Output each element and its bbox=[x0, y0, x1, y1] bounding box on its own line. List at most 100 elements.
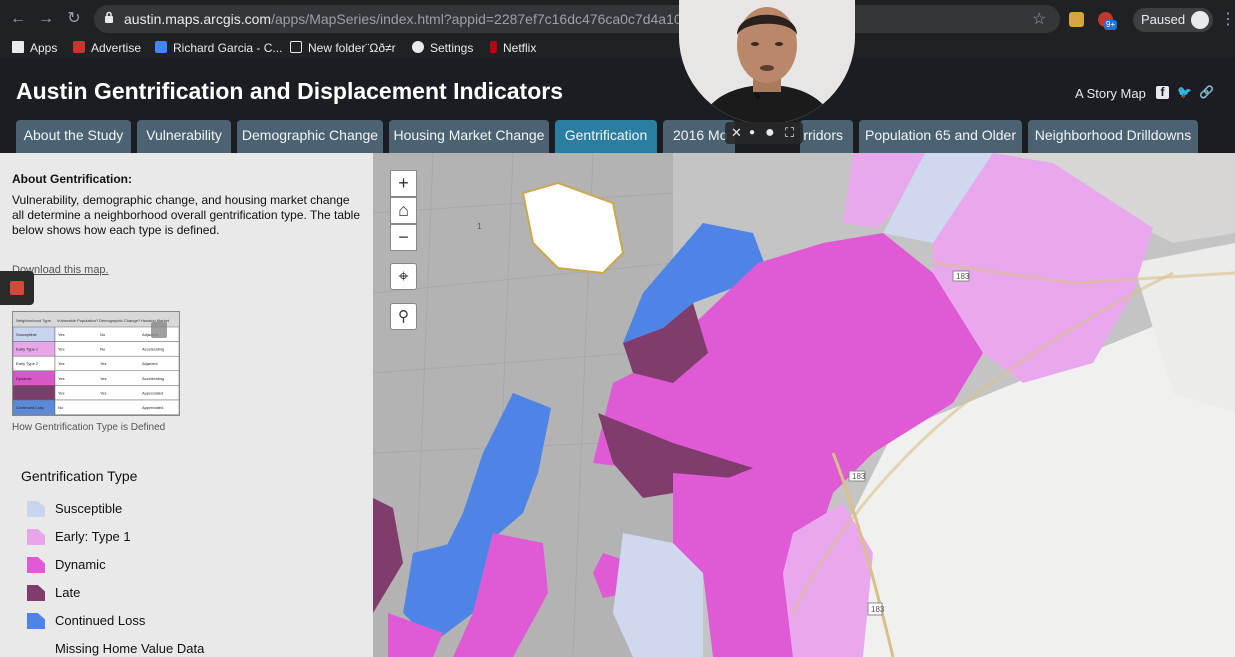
legend-swatch bbox=[27, 613, 45, 629]
sidebar-panel: About Gentrification: Vulnerability, dem… bbox=[0, 153, 373, 657]
close-icon[interactable]: ✕ bbox=[731, 124, 742, 142]
large-dot-icon[interactable]: ● bbox=[765, 124, 775, 142]
url-text: austin.maps.arcgis.com/apps/MapSeries/in… bbox=[124, 11, 764, 27]
locate-button[interactable]: ⌖ bbox=[390, 263, 417, 290]
home-button[interactable]: ⌂ bbox=[390, 197, 417, 224]
map-view[interactable]: 183 183 183 1 + ⌂ − ⌖ ⚲ bbox=[373, 153, 1235, 657]
road-label-183-south: 183 bbox=[871, 605, 885, 614]
extension-badge-icon[interactable]: 9+ bbox=[1098, 12, 1118, 30]
svg-text:Dynamic: Dynamic bbox=[16, 376, 32, 381]
svg-text:Adjacent: Adjacent bbox=[142, 361, 158, 366]
svg-text:Appreciated: Appreciated bbox=[142, 405, 163, 410]
tab-vulnerability[interactable]: Vulnerability bbox=[137, 120, 231, 153]
url-path: /apps/MapSeries/index.html?appid=2287ef7… bbox=[271, 11, 721, 27]
zoom-in-button[interactable]: + bbox=[390, 170, 417, 197]
bookmarks-bar: Apps Advertise Richard Garcia - C... New… bbox=[0, 38, 1235, 58]
thumbnail-row: Early Type 1 Yes No Accelerating bbox=[12, 341, 180, 357]
search-icon: ⚲ bbox=[398, 308, 409, 325]
locate-icon: ⌖ bbox=[398, 266, 409, 286]
bookmark-netflix[interactable]: Netflix bbox=[490, 40, 536, 56]
legend-label: Dynamic bbox=[55, 557, 106, 572]
thumbnail-row: Early Type 2 Yes Yes Adjacent bbox=[12, 355, 180, 372]
bookmark-apps[interactable]: Apps bbox=[12, 40, 57, 56]
svg-text:No: No bbox=[100, 347, 106, 352]
legend-swatch bbox=[27, 557, 45, 573]
svg-text:Yes: Yes bbox=[58, 376, 65, 381]
svg-text:Yes: Yes bbox=[58, 361, 65, 366]
thumbnail-row: Yes Yes Appreciated bbox=[12, 385, 180, 401]
svg-text:Yes: Yes bbox=[58, 390, 65, 395]
thumbnail-row: Continued Loss No Appreciated bbox=[12, 399, 180, 415]
road-label-1: 1 bbox=[477, 222, 482, 231]
legend-title: Gentrification Type bbox=[21, 468, 138, 484]
record-stop-button[interactable] bbox=[0, 271, 34, 305]
webcam-controls: ✕ ● ● ⛶ bbox=[725, 122, 803, 144]
profile-status-button[interactable]: Paused bbox=[1133, 8, 1213, 32]
story-map-label: A Story Map bbox=[1075, 86, 1146, 101]
profile-status-label: Paused bbox=[1141, 12, 1186, 27]
back-icon[interactable]: ← bbox=[8, 9, 28, 29]
search-button[interactable]: ⚲ bbox=[390, 303, 417, 330]
svg-text:Yes: Yes bbox=[100, 390, 107, 395]
netflix-icon bbox=[490, 41, 497, 53]
svg-text:Yes: Yes bbox=[58, 332, 65, 337]
small-dot-icon[interactable]: ● bbox=[749, 124, 755, 142]
svg-text:Vulnerable Population?: Vulnerable Population? bbox=[57, 318, 99, 323]
app-header: Austin Gentrification and Displacement I… bbox=[0, 58, 1235, 153]
svg-text:Early Type 1: Early Type 1 bbox=[16, 347, 39, 352]
tab-demographic-change[interactable]: Demographic Change bbox=[237, 120, 383, 153]
bookmark-settings[interactable]: Settings bbox=[412, 40, 473, 56]
legend-swatch bbox=[27, 529, 45, 545]
expand-image-icon[interactable] bbox=[151, 322, 167, 338]
reload-icon[interactable]: ↻ bbox=[64, 9, 84, 29]
map-canvas[interactable]: 183 183 183 1 bbox=[373, 153, 1235, 657]
svg-text:No: No bbox=[100, 332, 106, 337]
svg-text:No: No bbox=[58, 405, 64, 410]
legend-label: Missing Home Value Data bbox=[55, 641, 205, 656]
svg-text:Demographic Change?: Demographic Change? bbox=[99, 318, 141, 323]
bookmark-folder[interactable]: New folder¨Ωð≠r bbox=[290, 40, 396, 56]
bookmark-advertise[interactable]: Advertise bbox=[73, 40, 141, 56]
extension-icon[interactable] bbox=[1069, 12, 1084, 27]
lock-icon bbox=[105, 11, 113, 23]
browser-toolbar: ← → ↻ austin.maps.arcgis.com/apps/MapSer… bbox=[0, 0, 1235, 38]
legend-swatch bbox=[27, 501, 45, 517]
thumbnail-caption: How Gentrification Type is Defined bbox=[12, 422, 166, 433]
legend-label: Continued Loss bbox=[55, 613, 146, 628]
definition-table-thumbnail[interactable]: Neighborhood Type Vulnerable Population?… bbox=[12, 311, 180, 416]
home-icon: ⌂ bbox=[398, 200, 409, 220]
calendar-icon bbox=[155, 41, 167, 53]
svg-text:Appreciated: Appreciated bbox=[142, 390, 163, 395]
menu-kebab-icon[interactable]: ⋮ bbox=[1220, 9, 1235, 29]
tab-gentrification[interactable]: Gentrification bbox=[555, 120, 657, 153]
svg-text:Continued Loss: Continued Loss bbox=[16, 405, 44, 410]
thumbnail-row: Dynamic Yes Yes Accelerating bbox=[12, 370, 180, 386]
tab-housing-market-change[interactable]: Housing Market Change bbox=[389, 120, 549, 153]
svg-text:Yes: Yes bbox=[100, 376, 107, 381]
tab-population-65-and-older[interactable]: Population 65 and Older bbox=[859, 120, 1022, 153]
zoom-out-icon: − bbox=[398, 227, 409, 247]
zoom-out-button[interactable]: − bbox=[390, 224, 417, 251]
legend-label: Susceptible bbox=[55, 501, 123, 516]
legend-label: Late bbox=[55, 585, 81, 600]
svg-text:Accelerating: Accelerating bbox=[142, 376, 164, 381]
svg-text:Accelerating: Accelerating bbox=[142, 347, 164, 352]
bookmark-star-icon[interactable]: ☆ bbox=[1032, 9, 1046, 29]
address-bar[interactable]: austin.maps.arcgis.com/apps/MapSeries/in… bbox=[94, 5, 1060, 33]
tab-neighborhood-drilldowns[interactable]: Neighborhood Drilldowns bbox=[1028, 120, 1198, 153]
svg-text:Yes: Yes bbox=[100, 361, 107, 366]
road-label-183-central: 183 bbox=[852, 472, 866, 481]
legend-label: Early: Type 1 bbox=[55, 529, 131, 544]
fullscreen-icon[interactable]: ⛶ bbox=[785, 124, 794, 142]
facebook-icon[interactable]: f bbox=[1156, 86, 1169, 99]
twitter-icon[interactable]: 🐦 bbox=[1177, 86, 1192, 99]
gear-icon bbox=[412, 41, 424, 53]
legend-swatch bbox=[27, 585, 45, 601]
tab-corridors[interactable]: rridors bbox=[800, 120, 853, 153]
forward-icon[interactable]: → bbox=[36, 9, 56, 29]
tab-about-the-study[interactable]: About the Study bbox=[16, 120, 131, 153]
apps-grid-icon bbox=[12, 41, 24, 53]
bookmark-calendar[interactable]: Richard Garcia - C... bbox=[155, 40, 282, 56]
extension-badge-count: 9+ bbox=[1104, 20, 1118, 30]
share-link-icon[interactable]: 🔗 bbox=[1199, 86, 1214, 99]
